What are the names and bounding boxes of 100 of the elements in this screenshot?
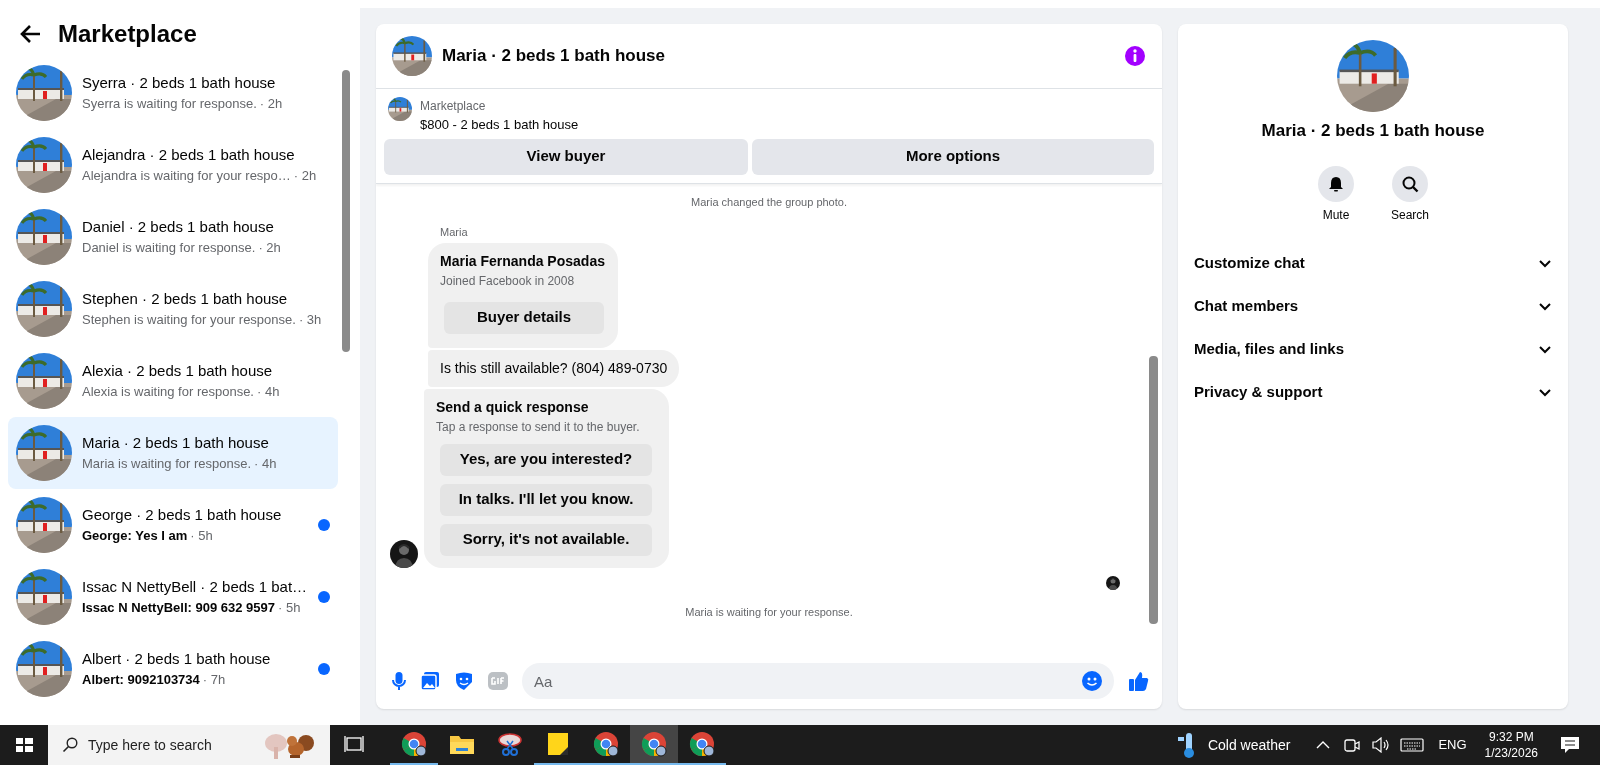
conversation-title: Albert · 2 beds 1 bath house [82,648,272,669]
conversation-time: · 5h [277,599,301,618]
conversation-time: · 2h [259,95,283,114]
conversation-item[interactable]: Issac N NettyBell · 2 beds 1 bat… Issac N NettyBell: 909 632 9597 · 5h [8,560,338,633]
clock-date[interactable]: 1/23/2026 [1484,745,1538,762]
microphone-icon[interactable] [392,671,406,691]
conversation-preview: Maria is waiting for response. [82,455,252,474]
conversation-title: Stephen · 2 beds 1 bath house [82,288,289,309]
conversation-item[interactable]: Albert · 2 beds 1 bath house Albert: 9092103734 · 7h [8,632,338,705]
mute-button[interactable] [1318,165,1354,202]
unread-dot [318,662,330,675]
section-header[interactable]: Privacy & support [1178,370,1568,414]
conversation-preview: Stephen is waiting for your response. [82,311,296,330]
conversation-preview: Alejandra is waiting for your respo… [82,167,291,186]
chevron-down-icon [1538,386,1552,398]
action-label: Search [1391,206,1429,224]
bell-icon [1327,174,1345,193]
taskbar-search-field[interactable]: Type here to search [48,725,330,765]
action-button[interactable]: View buyer [384,138,748,175]
conversation-preview: Syerra is waiting for response. [82,95,257,114]
language-indicator[interactable]: ENG [1438,735,1467,755]
scissors-icon [496,730,524,758]
message-input[interactable]: Aa [522,663,1114,699]
chevron-down-icon [1538,257,1552,269]
conversation-time: · 4h [254,455,277,474]
weather-text[interactable]: Cold weather [1207,734,1291,756]
scrollbar[interactable] [1149,355,1158,624]
action-label: Mute [1322,206,1350,224]
buyer-details-button[interactable]: Buyer details [444,301,604,334]
sidebar-title: Marketplace [58,20,197,49]
scrollbar[interactable] [342,70,350,352]
quick-response-subtitle: Tap a response to send it to the buyer. [436,418,641,436]
chrome-icon [592,730,620,758]
chrome-icon [688,730,716,758]
conversation-title: Alexia · 2 beds 1 bath house [82,360,274,381]
chat-title: Maria · 2 beds 1 bath house [442,45,666,68]
section-header[interactable]: Customize chat [1178,241,1568,285]
conversation-item[interactable]: Stephen · 2 beds 1 bath house Stephen is waiting for your response. · 3h [8,272,338,345]
keyboard-icon[interactable] [1400,737,1425,753]
conversation-time: · 3h [298,311,322,330]
message-bubble: Is this still available? (804) 489-0730 [428,349,680,387]
clock-time[interactable]: 9:32 PM [1488,728,1534,745]
listing-title[interactable]: $800 - 2 beds 1 bath house [420,115,579,135]
thumbs-up-icon[interactable] [1128,670,1150,692]
conversation-preview: George: Yes I am [82,527,188,546]
conversation-preview: Issac N NettyBell: 909 632 9597 [82,599,275,618]
conversation-time: · 7h [202,671,226,690]
camera-icon[interactable] [1344,736,1361,754]
conversation-preview: Alexia is waiting for response. [82,383,254,402]
buyer-name: Maria Fernanda Posadas [440,251,606,271]
search-icon [1401,174,1419,193]
section-header[interactable]: Media, files and links [1178,327,1568,371]
speaker-icon[interactable] [1372,737,1391,753]
sticker-icon[interactable] [454,671,474,691]
conversation-preview: Daniel is waiting for response. [82,239,256,258]
quick-reply-button[interactable]: Sorry, it's not available. [440,523,652,556]
conversation-title: George · 2 beds 1 bath house [82,504,283,525]
taskbar-app[interactable] [630,725,678,765]
search-placeholder: Type here to search [88,735,213,755]
chrome-icon [640,730,668,758]
conversation-title: Issac N NettyBell · 2 beds 1 bat… [82,576,308,597]
conversation-item[interactable]: George · 2 beds 1 bath house George: Yes I am · 5h [8,488,338,561]
conversation-title: Alejandra · 2 beds 1 bath house [82,144,296,165]
chevron-down-icon [1538,300,1552,312]
chrome-icon [400,730,428,758]
conversation-item[interactable]: Daniel · 2 beds 1 bath house Daniel is waiting for response. · 2h [8,200,338,273]
conversation-item[interactable]: Syerra · 2 beds 1 bath house Syerra is waiting for response. · 2h [8,56,338,129]
conversation-time: · 5h [190,527,213,546]
action-button[interactable]: More options [752,138,1154,175]
conversation-title: Daniel · 2 beds 1 bath house [82,216,275,237]
unread-dot [318,518,330,531]
conversation-title: Maria · 2 beds 1 bath house [82,432,270,453]
back-arrow-icon[interactable] [20,24,42,45]
conversation-time: · 4h [257,383,280,402]
buyer-subtitle: Joined Facebook in 2008 [440,272,576,290]
search-icon [62,737,78,753]
unread-dot [318,590,330,603]
notification-icon[interactable] [1560,736,1580,754]
details-title: Maria · 2 beds 1 bath house [1261,120,1485,142]
section-header[interactable]: Chat members [1178,284,1568,328]
emoji-icon[interactable] [1082,671,1102,691]
chevron-up-icon[interactable] [1316,740,1331,750]
conversation-item[interactable]: Alexia · 2 beds 1 bath house Alexia is waiting for response. · 4h [8,344,338,417]
conversation-item[interactable]: Alejandra · 2 beds 1 bath house Alejandra is waiting for your respo… · 2h [8,128,338,201]
conversation-title: Syerra · 2 beds 1 bath house [82,72,277,93]
conversation-item[interactable]: Maria · 2 beds 1 bath house Maria is waiting for response. · 4h [8,416,338,489]
status-message: Maria is waiting for your response. [684,604,854,620]
search-button[interactable] [1392,165,1428,202]
quick-response-title: Send a quick response [436,397,590,417]
quick-reply-button[interactable]: Yes, are you interested? [440,443,652,476]
photo-icon[interactable] [420,671,440,691]
quick-reply-button[interactable]: In talks. I'll let you know. [440,483,652,516]
conversation-time: · 2h [258,239,281,258]
system-message: Maria changed the group photo. [690,194,848,210]
chevron-down-icon [1538,343,1552,355]
sender-name: Maria [439,225,469,240]
conversation-preview: Albert: 9092103734 [82,671,200,690]
conversation-time: · 2h [293,167,317,186]
listing-label: Marketplace [420,98,487,115]
info-icon[interactable] [1124,45,1146,67]
